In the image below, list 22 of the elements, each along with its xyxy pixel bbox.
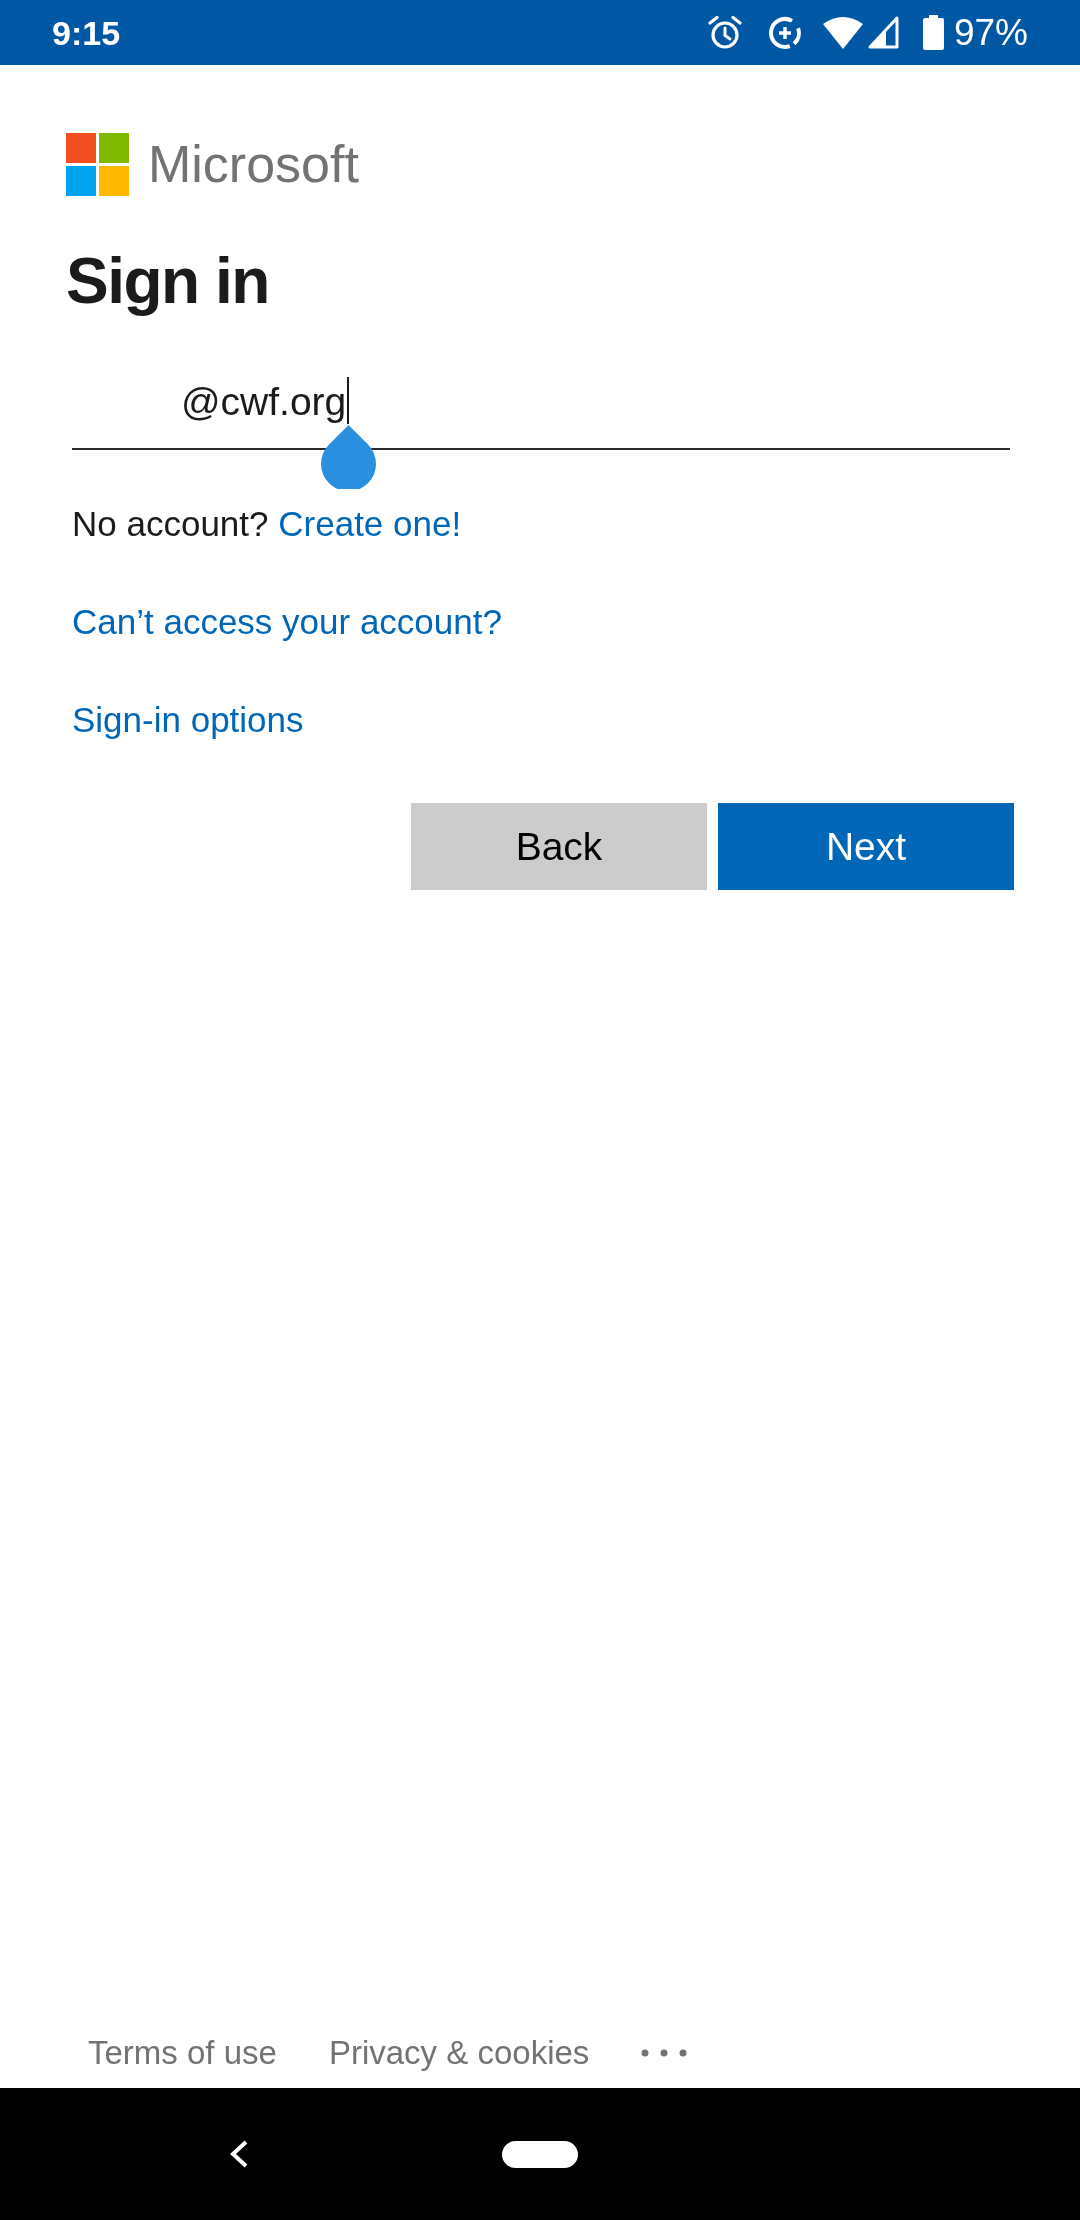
home-button[interactable] — [502, 2140, 578, 2168]
sign-in-options-link[interactable]: Sign-in options — [72, 698, 304, 742]
back-button[interactable]: Back — [411, 803, 707, 890]
signal-icon — [867, 16, 899, 49]
more-icon[interactable] — [641, 2049, 688, 2057]
no-account-text: No account? Create one! — [72, 503, 462, 545]
page-heading: Sign in — [66, 244, 269, 318]
back-icon[interactable] — [229, 2140, 249, 2168]
account-access-link[interactable]: Can’t access your account? — [72, 600, 502, 644]
selection-handle-icon[interactable] — [320, 425, 376, 489]
footer-link[interactable]: Terms of use — [88, 2032, 277, 2074]
battery-icon — [922, 15, 944, 50]
create-account-link[interactable]: Create one! — [278, 504, 462, 543]
next-button[interactable]: Next — [718, 803, 1014, 890]
alarm-clock-icon — [707, 14, 742, 51]
battery-percent: 97% — [953, 12, 1028, 53]
status-time: 9:15 — [52, 12, 121, 53]
data-saver-icon — [767, 15, 802, 50]
wifi-icon — [822, 16, 863, 49]
logo-wordmark: Microsoft — [148, 134, 359, 195]
logo-icon — [66, 133, 129, 196]
footer-link[interactable]: Privacy & cookies — [328, 2032, 590, 2074]
